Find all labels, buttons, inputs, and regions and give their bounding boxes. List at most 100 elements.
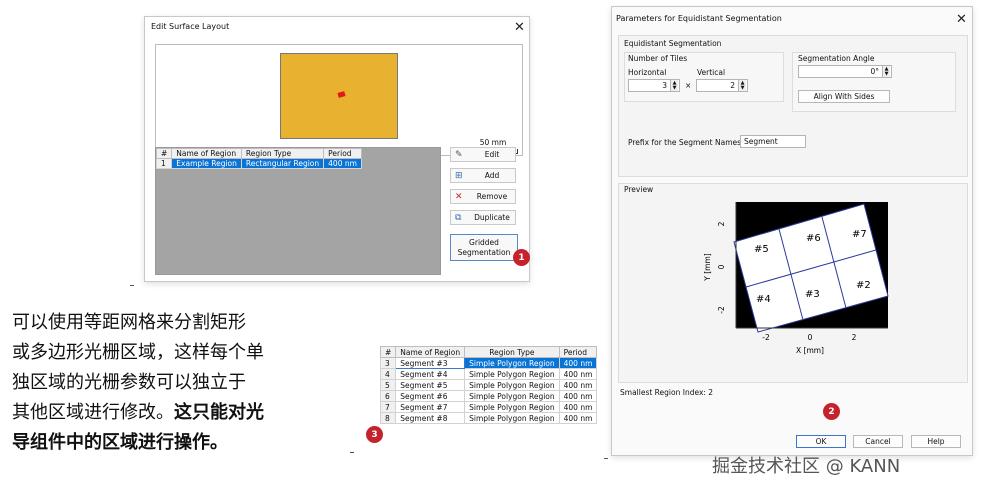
watermark: 掘金技术社区 @ KANN [712, 456, 901, 477]
cancel-button[interactable]: Cancel [853, 435, 903, 448]
spin-arrows-icon[interactable]: ▲ ▼ [670, 80, 678, 91]
region-type-cell[interactable]: Simple Polygon Region [464, 368, 560, 380]
row-number: 6 [379, 390, 397, 402]
horizontal-value: 3 [662, 81, 667, 90]
horizontal-tiles-stepper[interactable]: 3 ▲ ▼ [628, 79, 680, 92]
segmentation-preview-plot: #5 #6 #7 #4 #3 #2 -2 0 2 X [mm] 2 0 -2 Y… [703, 202, 889, 355]
step-badge-1: 1 [513, 249, 530, 266]
pencil-icon: ✎ [455, 149, 463, 160]
period-cell[interactable]: 400 nm [558, 412, 598, 424]
column-header[interactable]: Period [558, 346, 598, 358]
x-axis-label: X [mm] [796, 346, 824, 355]
period-cell[interactable]: 400 nm [558, 401, 598, 413]
spin-arrows-icon[interactable]: ▲ ▼ [738, 80, 746, 91]
dialog-title: Edit Surface Layout [151, 22, 230, 31]
table-row[interactable]: 6 Segment #6 Simple Polygon Region 400 n… [379, 390, 598, 402]
divider [130, 285, 134, 286]
table-row[interactable]: 8 Segment #8 Simple Polygon Region 400 n… [379, 412, 598, 424]
prefix-input[interactable]: Segment [740, 135, 806, 148]
vertical-tiles-stepper[interactable]: 2 ▲ ▼ [696, 79, 748, 92]
period-cell[interactable]: 400 nm [558, 379, 598, 391]
description-line: 导组件中的区域进行操作。 [12, 428, 374, 458]
scale-label: 50 mm [479, 138, 507, 147]
table-row[interactable]: 1 Example Region Rectangular Region 400 … [155, 158, 362, 169]
region-type-cell[interactable]: Simple Polygon Region [464, 401, 560, 413]
table-header-row: # Name of Region Region Type Period [155, 148, 362, 159]
x-tick-label: 2 [852, 333, 857, 342]
column-header[interactable]: # [379, 346, 397, 358]
divider [350, 452, 354, 453]
segment-table-panel: # Name of Region Region Type Period 3 Se… [379, 346, 598, 424]
region-name-cell[interactable]: Segment #5 [395, 379, 466, 391]
region-name-cell[interactable]: Segment #8 [395, 412, 466, 424]
region-type-cell[interactable]: Simple Polygon Region [464, 379, 560, 391]
add-region-icon: ⊞ [455, 170, 463, 181]
y-axis-label: Y [mm] [703, 253, 712, 282]
table-row[interactable]: 4 Segment #4 Simple Polygon Region 400 n… [379, 368, 598, 380]
table-header-row: # Name of Region Region Type Period [379, 346, 598, 358]
duplicate-button[interactable]: ⧉ Duplicate [450, 210, 516, 225]
ok-button[interactable]: OK [796, 435, 846, 448]
description-line: 可以使用等距网格来分割矩形 [12, 312, 246, 333]
step-badge-3: 3 [366, 426, 383, 443]
row-number: 4 [379, 368, 397, 380]
table-row[interactable]: 7 Segment #7 Simple Polygon Region 400 n… [379, 401, 598, 413]
region-table: # Name of Region Region Type Period 1 Ex… [155, 148, 362, 169]
column-header[interactable]: Region Type [464, 346, 560, 358]
column-header[interactable]: Period [323, 148, 362, 159]
segment-label: #5 [754, 244, 769, 255]
divider [604, 458, 608, 459]
close-icon[interactable]: ✕ [514, 21, 525, 34]
origin-marker [337, 91, 346, 98]
table-row[interactable]: 3 Segment #3 Simple Polygon Region 400 n… [379, 357, 598, 369]
region-name-cell[interactable]: Segment #4 [395, 368, 466, 380]
align-with-sides-button[interactable]: Align With Sides [798, 90, 890, 103]
y-tick-label: 2 [717, 221, 726, 226]
remove-icon: ✕ [455, 191, 463, 202]
region-name-cell[interactable]: Segment #3 [395, 357, 466, 369]
angle-value: 0° [870, 67, 879, 76]
column-header[interactable]: # [155, 148, 173, 159]
region-type-cell[interactable]: Rectangular Region [240, 158, 325, 169]
vertical-value: 2 [730, 81, 735, 90]
column-header[interactable]: Name of Region [395, 346, 466, 358]
region-type-cell[interactable]: Simple Polygon Region [464, 412, 560, 424]
row-number: 8 [379, 412, 397, 424]
layout-preview: 50 mm [155, 44, 523, 156]
segment-label: #2 [856, 280, 871, 291]
angle-stepper[interactable]: 0° ▲ ▼ [798, 65, 892, 78]
region-type-cell[interactable]: Simple Polygon Region [464, 390, 560, 402]
x-tick-label: -2 [762, 333, 770, 342]
description-plain: 其他区域进行修改。 [12, 402, 174, 423]
period-cell[interactable]: 400 nm [558, 368, 598, 380]
prefix-label: Prefix for the Segment Names [628, 138, 742, 147]
spin-arrows-icon[interactable]: ▲ ▼ [882, 66, 890, 77]
description-line: 独区域的光栅参数可以独立于 [12, 372, 246, 393]
gridded-segmentation-button[interactable]: Gridded Segmentation [450, 234, 518, 261]
add-button[interactable]: ⊞ Add [450, 168, 516, 183]
region-type-cell[interactable]: Simple Polygon Region [464, 357, 560, 369]
table-row[interactable]: 5 Segment #5 Simple Polygon Region 400 n… [379, 379, 598, 391]
remove-button[interactable]: ✕ Remove [450, 189, 516, 204]
period-cell[interactable]: 400 nm [558, 390, 598, 402]
times-sign: × [685, 81, 692, 90]
close-icon[interactable]: ✕ [956, 13, 967, 26]
y-tick-label: -2 [717, 306, 726, 314]
horizontal-label: Horizontal [628, 68, 667, 77]
segment-table: # Name of Region Region Type Period 3 Se… [379, 346, 598, 424]
segment-label: #3 [805, 289, 820, 300]
column-header[interactable]: Region Type [240, 148, 325, 159]
period-cell[interactable]: 400 nm [323, 158, 362, 169]
row-number: 3 [379, 357, 397, 369]
region-name-cell[interactable]: Example Region [171, 158, 242, 169]
region-name-cell[interactable]: Segment #7 [395, 401, 466, 413]
region-name-cell[interactable]: Segment #6 [395, 390, 466, 402]
step-badge-2: 2 [823, 403, 840, 420]
vertical-label: Vertical [697, 68, 726, 77]
column-header[interactable]: Name of Region [171, 148, 242, 159]
duplicate-icon: ⧉ [455, 212, 462, 223]
description-bold: 这只能对光 [174, 402, 264, 423]
period-cell[interactable]: 400 nm [558, 357, 598, 369]
edit-button[interactable]: ✎ Edit [450, 147, 516, 162]
help-button[interactable]: Help [911, 435, 961, 448]
